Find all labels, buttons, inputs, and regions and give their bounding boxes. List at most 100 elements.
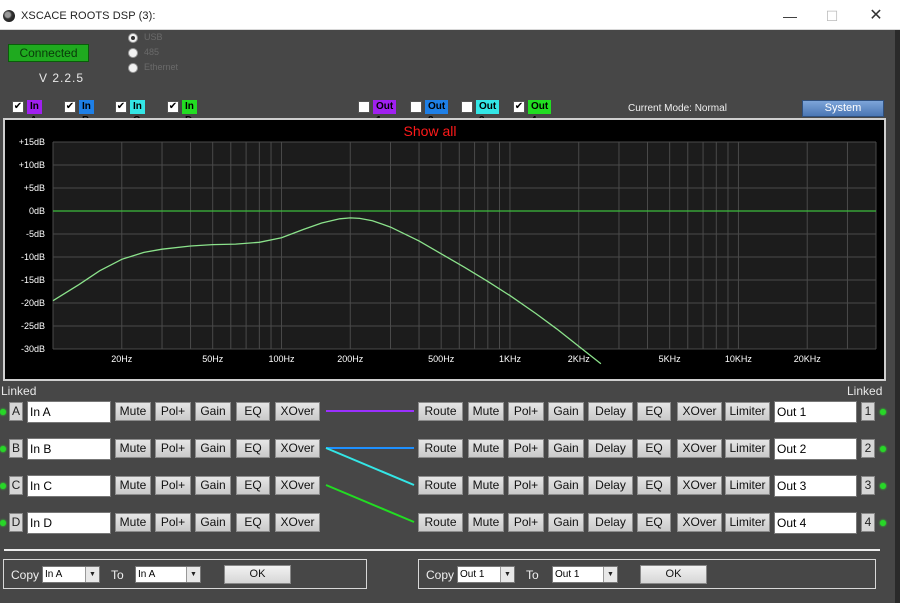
output-pol-plus-button[interactable]: Pol+	[508, 513, 544, 532]
radio-ethernet[interactable]: Ethernet	[128, 62, 188, 76]
input-eq-button[interactable]: EQ	[236, 513, 270, 532]
output-eq-button[interactable]: EQ	[637, 476, 671, 495]
input-channel-b-button[interactable]: B	[9, 439, 23, 458]
output-pol-plus-button[interactable]: Pol+	[508, 402, 544, 421]
chevron-down-icon[interactable]: ▼	[85, 567, 99, 582]
output-gain-button[interactable]: Gain	[548, 439, 584, 458]
checkbox[interactable]	[410, 101, 422, 113]
input-pol-plus-button[interactable]: Pol+	[155, 476, 191, 495]
output-route-button[interactable]: Route	[418, 439, 463, 458]
output-route-button[interactable]: Route	[418, 513, 463, 532]
chart-title: Show all	[404, 123, 457, 139]
input-gain-button[interactable]: Gain	[195, 513, 231, 532]
input-mute-button[interactable]: Mute	[115, 476, 151, 495]
output-limiter-button[interactable]: Limiter	[725, 513, 770, 532]
output-name-field[interactable]: Out 2	[774, 438, 857, 460]
input-mute-button[interactable]: Mute	[115, 513, 151, 532]
input-mute-button[interactable]: Mute	[115, 439, 151, 458]
output-channel-1-button[interactable]: 1	[861, 402, 875, 421]
output-mute-button[interactable]: Mute	[468, 513, 504, 532]
checkbox[interactable]: ✔	[64, 101, 76, 113]
input-name-field[interactable]: In A	[27, 401, 111, 423]
input-xover-button[interactable]: XOver	[275, 402, 320, 421]
input-channel-c-button[interactable]: C	[9, 476, 23, 495]
copy-target-select[interactable]: In A ▼	[135, 566, 201, 583]
input-xover-button[interactable]: XOver	[275, 513, 320, 532]
checkbox[interactable]: ✔	[115, 101, 127, 113]
output-name-field[interactable]: Out 1	[774, 401, 857, 423]
output-mute-button[interactable]: Mute	[468, 439, 504, 458]
output-mute-button[interactable]: Mute	[468, 476, 504, 495]
input-name-field[interactable]: In B	[27, 438, 111, 460]
checkbox[interactable]	[358, 101, 370, 113]
copy-source-select[interactable]: Out 1 ▼	[457, 566, 515, 583]
checkbox[interactable]	[461, 101, 473, 113]
output-gain-button[interactable]: Gain	[548, 513, 584, 532]
chevron-down-icon[interactable]: ▼	[500, 567, 514, 582]
system-button[interactable]: System	[802, 100, 884, 117]
copy-outputs-ok-button[interactable]: OK	[640, 565, 707, 584]
to-label: To	[111, 568, 124, 582]
input-status-led	[0, 520, 6, 526]
close-button[interactable]: ✕	[856, 4, 896, 28]
output-eq-button[interactable]: EQ	[637, 402, 671, 421]
input-pol-plus-button[interactable]: Pol+	[155, 402, 191, 421]
chevron-down-icon[interactable]: ▼	[186, 567, 200, 582]
output-delay-button[interactable]: Delay	[588, 402, 633, 421]
input-pol-plus-button[interactable]: Pol+	[155, 513, 191, 532]
output-eq-button[interactable]: EQ	[637, 513, 671, 532]
checkbox[interactable]: ✔	[513, 101, 525, 113]
output-xover-button[interactable]: XOver	[677, 402, 722, 421]
output-gain-button[interactable]: Gain	[548, 476, 584, 495]
input-channel-d-button[interactable]: D	[9, 513, 23, 532]
input-mute-button[interactable]: Mute	[115, 402, 151, 421]
output-delay-button[interactable]: Delay	[588, 513, 633, 532]
output-gain-button[interactable]: Gain	[548, 402, 584, 421]
output-limiter-button[interactable]: Limiter	[725, 439, 770, 458]
copy-inputs-ok-button[interactable]: OK	[224, 565, 291, 584]
input-eq-button[interactable]: EQ	[236, 439, 270, 458]
output-channel-3-button[interactable]: 3	[861, 476, 875, 495]
radio-usb[interactable]: USB	[128, 32, 188, 46]
x-tick-label: 100Hz	[268, 354, 295, 364]
output-delay-button[interactable]: Delay	[588, 476, 633, 495]
output-pol-plus-button[interactable]: Pol+	[508, 439, 544, 458]
checkbox[interactable]: ✔	[12, 101, 24, 113]
copy-source-select[interactable]: In A ▼	[42, 566, 100, 583]
radio-label: 485	[144, 47, 160, 57]
output-name-field[interactable]: Out 4	[774, 512, 857, 534]
input-eq-button[interactable]: EQ	[236, 402, 270, 421]
radio-485[interactable]: 485	[128, 47, 188, 61]
output-xover-button[interactable]: XOver	[677, 476, 722, 495]
output-mute-button[interactable]: Mute	[468, 402, 504, 421]
output-xover-button[interactable]: XOver	[677, 439, 722, 458]
input-eq-button[interactable]: EQ	[236, 476, 270, 495]
input-xover-button[interactable]: XOver	[275, 439, 320, 458]
input-name-field[interactable]: In C	[27, 475, 111, 497]
output-limiter-button[interactable]: Limiter	[725, 402, 770, 421]
output-route-button[interactable]: Route	[418, 402, 463, 421]
input-pol-plus-button[interactable]: Pol+	[155, 439, 191, 458]
output-channel-4-button[interactable]: 4	[861, 513, 875, 532]
output-xover-button[interactable]: XOver	[677, 513, 722, 532]
minimize-button[interactable]: —	[770, 4, 810, 28]
input-gain-button[interactable]: Gain	[195, 402, 231, 421]
checkbox[interactable]: ✔	[167, 101, 179, 113]
input-gain-button[interactable]: Gain	[195, 476, 231, 495]
input-channel-a-button[interactable]: A	[9, 402, 23, 421]
output-name-field[interactable]: Out 3	[774, 475, 857, 497]
copy-target-select[interactable]: Out 1 ▼	[552, 566, 618, 583]
input-xover-button[interactable]: XOver	[275, 476, 320, 495]
chevron-down-icon[interactable]: ▼	[603, 567, 617, 582]
input-name-field[interactable]: In D	[27, 512, 111, 534]
output-channel-2-button[interactable]: 2	[861, 439, 875, 458]
combo-value: Out 1	[555, 569, 580, 580]
input-gain-button[interactable]: Gain	[195, 439, 231, 458]
output-limiter-button[interactable]: Limiter	[725, 476, 770, 495]
output-route-button[interactable]: Route	[418, 476, 463, 495]
output-eq-button[interactable]: EQ	[637, 439, 671, 458]
maximize-button[interactable]: ☐	[812, 4, 852, 28]
connection-status-button[interactable]: Connected	[8, 44, 89, 62]
output-pol-plus-button[interactable]: Pol+	[508, 476, 544, 495]
output-delay-button[interactable]: Delay	[588, 439, 633, 458]
